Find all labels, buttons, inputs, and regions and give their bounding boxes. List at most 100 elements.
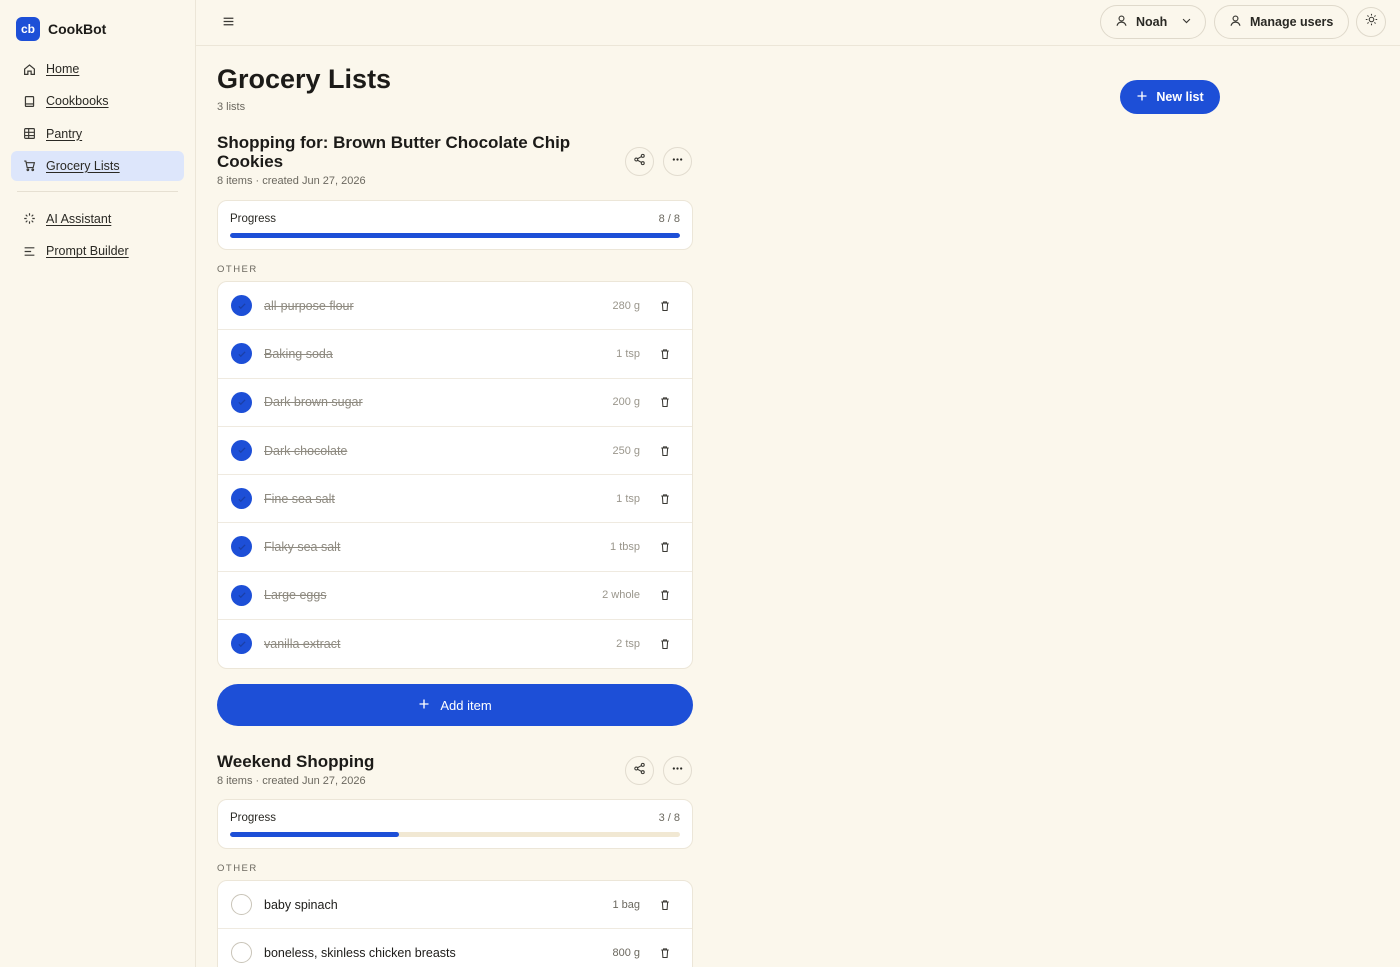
- item-quantity: 1 bag: [612, 898, 640, 911]
- progress-count: 3 / 8: [658, 812, 680, 824]
- trash-icon[interactable]: [658, 898, 672, 912]
- list-title: Shopping for: Brown Butter Chocolate Chi…: [217, 133, 571, 171]
- progress-card: Progress 8 / 8: [217, 200, 693, 250]
- more-horizontal-icon: [671, 762, 684, 780]
- progress-fill: [230, 233, 680, 238]
- items-list: baby spinach 1 bag boneless, skinless ch…: [217, 880, 693, 967]
- item-checkbox[interactable]: [231, 391, 252, 413]
- item-quantity: 1 tsp: [616, 347, 640, 360]
- list-item: Dark brown sugar 200 g: [218, 379, 692, 427]
- list-title: Weekend Shopping: [217, 752, 375, 771]
- manage-users-label: Manage users: [1250, 15, 1334, 29]
- item-checkbox[interactable]: [231, 295, 252, 316]
- sun-icon: [1365, 13, 1378, 31]
- progress-fill: [230, 832, 399, 837]
- item-quantity: 2 tsp: [616, 638, 640, 651]
- list-item: all-purpose flour 280 g: [218, 282, 692, 331]
- more-options-button[interactable]: [663, 147, 692, 176]
- trash-icon[interactable]: [658, 946, 672, 960]
- sidebar-item-label: Grocery Lists: [46, 158, 120, 173]
- brand[interactable]: cb CookBot: [16, 17, 106, 41]
- item-checkbox[interactable]: [231, 942, 252, 964]
- home-icon: [22, 62, 36, 76]
- trash-icon[interactable]: [658, 347, 672, 361]
- item-quantity: 280 g: [612, 299, 640, 312]
- share-button[interactable]: [625, 756, 654, 785]
- item-name: Dark brown sugar: [264, 395, 363, 410]
- sidebar-divider: [17, 190, 178, 192]
- trash-icon[interactable]: [658, 299, 672, 313]
- user-name: Noah: [1136, 15, 1168, 29]
- item-quantity: 250 g: [612, 444, 640, 457]
- trash-icon[interactable]: [658, 637, 672, 651]
- progress-label: Progress: [230, 812, 277, 824]
- progress-card: Progress 3 / 8: [217, 799, 693, 849]
- trash-icon[interactable]: [658, 395, 672, 409]
- app-name: CookBot: [48, 21, 107, 37]
- share-icon: [633, 762, 646, 780]
- user-icon: [1115, 14, 1128, 30]
- sidebar-item-label: Prompt Builder: [46, 244, 129, 259]
- item-checkbox[interactable]: [231, 343, 252, 365]
- trash-icon[interactable]: [658, 444, 672, 458]
- item-name: all-purpose flour: [264, 298, 354, 313]
- list-item: baby spinach 1 bag: [218, 881, 692, 930]
- sidebar-item-ai-assistant[interactable]: AI Assistant: [11, 204, 184, 234]
- item-quantity: 800 g: [612, 947, 640, 960]
- item-checkbox[interactable]: [231, 488, 252, 510]
- cart-icon: [22, 159, 36, 173]
- sidebar-item-cookbooks[interactable]: Cookbooks: [11, 86, 184, 116]
- item-checkbox[interactable]: [231, 633, 252, 655]
- item-name: Fine sea salt: [264, 491, 335, 506]
- sidebar-item-prompt-builder[interactable]: Prompt Builder: [11, 236, 184, 266]
- sidebar-item-home[interactable]: Home: [11, 54, 184, 84]
- item-quantity: 200 g: [612, 396, 640, 409]
- trash-icon[interactable]: [658, 492, 672, 506]
- item-checkbox[interactable]: [231, 894, 252, 915]
- item-checkbox[interactable]: [231, 584, 252, 606]
- app-logo: cb: [16, 17, 40, 41]
- sidebar-item-pantry[interactable]: Pantry: [11, 119, 184, 149]
- plus-icon: [418, 698, 430, 713]
- item-name: Flaky sea salt: [264, 540, 341, 555]
- items-list: all-purpose flour 280 g Baking soda 1 ts…: [217, 281, 693, 670]
- plus-icon: [1136, 90, 1148, 105]
- menu-icon[interactable]: [222, 15, 236, 29]
- group-label: OTHER: [217, 863, 258, 874]
- list-item: Fine sea salt 1 tsp: [218, 475, 692, 524]
- page-title: Grocery Lists: [217, 64, 392, 94]
- more-horizontal-icon: [671, 153, 684, 171]
- progress-bar: [230, 233, 680, 238]
- sidebar-item-label: Home: [46, 62, 80, 76]
- book-icon: [22, 94, 36, 108]
- trash-icon[interactable]: [658, 588, 672, 602]
- trash-icon[interactable]: [658, 540, 672, 554]
- item-checkbox[interactable]: [231, 439, 252, 461]
- item-name: Large eggs: [264, 588, 327, 603]
- list-item: Dark chocolate 250 g: [218, 427, 692, 476]
- item-checkbox[interactable]: [231, 536, 252, 558]
- item-quantity: 1 tbsp: [610, 541, 640, 554]
- progress-count: 8 / 8: [658, 213, 680, 225]
- user-switcher[interactable]: Noah: [1100, 5, 1206, 39]
- lines-icon: [22, 244, 36, 258]
- grid-icon: [22, 127, 36, 141]
- sidebar-item-label: AI Assistant: [46, 211, 112, 226]
- sidebar-item-grocery-lists[interactable]: Grocery Lists: [11, 150, 184, 181]
- sidebar-item-label: Cookbooks: [46, 94, 109, 109]
- sparkle-icon: [22, 212, 36, 226]
- sidebar-item-label: Pantry: [46, 126, 83, 141]
- list-meta: 8 items · created Jun 27, 2026: [217, 175, 366, 187]
- add-item-button[interactable]: Add item: [217, 684, 693, 726]
- sidebar-nav: Home Cookbooks Pantry Grocery Lists AI A…: [11, 54, 184, 268]
- manage-users-button[interactable]: Manage users: [1214, 5, 1349, 39]
- theme-toggle-button[interactable]: [1356, 7, 1386, 37]
- more-options-button[interactable]: [663, 756, 692, 785]
- share-button[interactable]: [625, 147, 654, 176]
- item-name: Baking soda: [264, 346, 333, 361]
- list-item: Flaky sea salt 1 tbsp: [218, 523, 692, 572]
- list-item: boneless, skinless chicken breasts 800 g: [218, 929, 692, 967]
- user-icon: [1229, 14, 1242, 30]
- progress-label: Progress: [230, 213, 277, 225]
- new-list-button[interactable]: New list: [1120, 80, 1220, 114]
